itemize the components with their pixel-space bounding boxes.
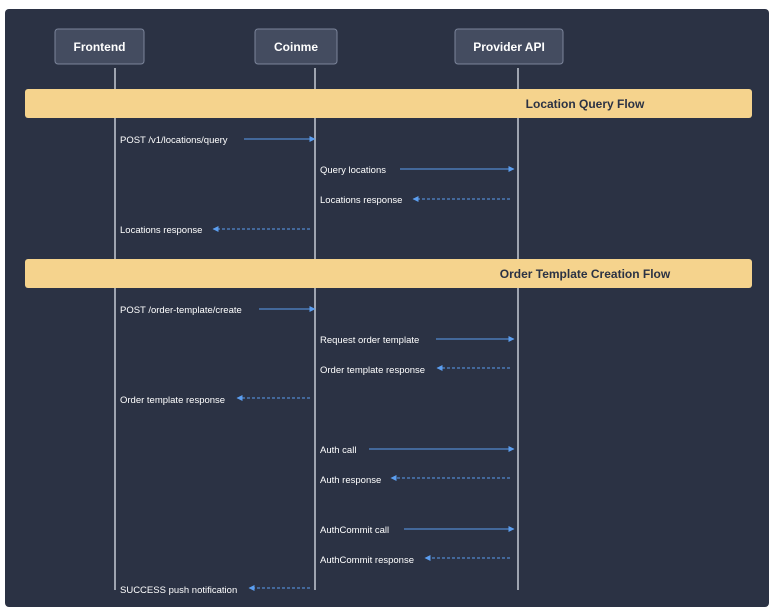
actor-frontend[interactable]: Frontend — [54, 28, 145, 65]
section-location-query-flow: Location Query Flow — [25, 89, 752, 118]
actor-provider-api[interactable]: Provider API — [454, 28, 564, 65]
actor-provider-api-label: Provider API — [473, 40, 545, 54]
message-label: Auth response — [320, 475, 381, 486]
message-label: Auth call — [320, 445, 356, 456]
actor-coinme-label: Coinme — [274, 40, 318, 54]
sequence-diagram: Frontend Coinme Provider API Location Qu… — [5, 9, 769, 607]
message-label: Query locations — [320, 165, 386, 176]
actor-coinme[interactable]: Coinme — [254, 28, 338, 65]
message-label: SUCCESS push notification — [120, 585, 237, 596]
message-label: Order template response — [320, 365, 425, 376]
section-order-template-creation-flow: Order Template Creation Flow — [25, 259, 752, 288]
message-label: POST /v1/locations/query — [120, 135, 228, 146]
actor-frontend-label: Frontend — [74, 40, 126, 54]
message-label: Request order template — [320, 335, 419, 346]
message-label: Locations response — [320, 195, 402, 206]
message-label: AuthCommit call — [320, 525, 389, 536]
message-label: Order template response — [120, 395, 225, 406]
message-label: Locations response — [120, 225, 202, 236]
section-title: Order Template Creation Flow — [500, 267, 671, 281]
message-label: POST /order-template/create — [120, 305, 242, 316]
message-label: AuthCommit response — [320, 555, 414, 566]
section-title: Location Query Flow — [526, 97, 645, 111]
